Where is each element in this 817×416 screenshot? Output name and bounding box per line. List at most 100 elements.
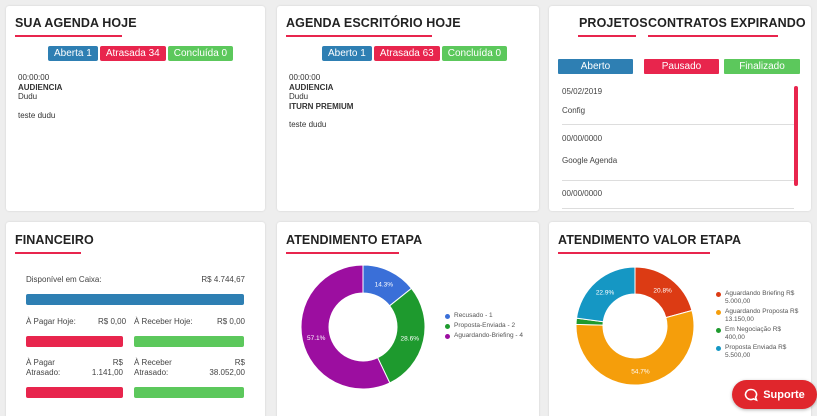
tab-projects[interactable]: PROJETOS	[579, 16, 648, 30]
card-title: FINANCEIRO	[15, 233, 94, 247]
receive-late-label-line1: À Receber	[134, 358, 172, 367]
entry-time: 00:00:00	[289, 73, 321, 82]
legend-label: Aguardando-Briefing - 4	[454, 332, 524, 339]
receive-late-currency: R$	[234, 358, 245, 367]
legend-swatch	[716, 345, 721, 351]
receive-late-label-line2: Atrasado:	[134, 368, 169, 377]
item-date: 05/02/2019	[562, 87, 603, 96]
tab-projects-underline	[578, 35, 636, 37]
filter-open-button[interactable]: Aberto	[558, 59, 633, 74]
value-stage-legend: Aguardando Briefing R$ 5.000,00 Aguardand…	[716, 290, 801, 362]
receive-today-bar	[134, 336, 244, 347]
pay-late-bar	[26, 387, 123, 398]
legend-swatch	[716, 291, 721, 297]
tab-contracts-expiring[interactable]: CONTRATOS EXPIRANDO	[648, 16, 806, 30]
entry-type: AUDIENCIA	[289, 82, 334, 92]
receive-today-value: R$ 0,00	[216, 317, 245, 326]
available-label: Disponível em Caixa:	[26, 275, 102, 284]
slice-label: 28.6%	[401, 335, 420, 342]
slice-label: 22.9%	[596, 289, 615, 296]
support-label: Suporte	[763, 388, 805, 401]
receive-late-label: À Receber Atrasado:	[134, 358, 172, 378]
title-underline	[15, 35, 122, 37]
title-underline	[286, 252, 399, 254]
legend-item[interactable]: Aguardando-Briefing - 4	[445, 332, 535, 340]
card-title: ATENDIMENTO ETAPA	[286, 233, 423, 247]
legend-swatch	[445, 313, 450, 319]
entry-client: ITURN PREMIUM	[289, 101, 354, 111]
receive-late-bar	[134, 387, 244, 398]
badge-done[interactable]: Concluída 0	[167, 46, 234, 61]
legend-item[interactable]: Aguardando Briefing R$ 5.000,00	[716, 290, 801, 306]
list-item[interactable]: 05/02/2019 Config	[562, 87, 794, 125]
receive-late-amount: 38.052,00	[209, 368, 245, 377]
legend-item[interactable]: Proposta-Enviada - 2	[445, 322, 535, 330]
card-my-agenda: SUA AGENDA HOJE Aberta 1 Atrasada 34 Con…	[6, 6, 265, 211]
legend-item[interactable]: Aguardando Proposta R$ 13.150,00	[716, 308, 801, 324]
tab-contracts-underline	[648, 35, 778, 37]
legend-label: Em Negociação R$ 400,00	[725, 326, 781, 341]
title-underline	[286, 35, 432, 37]
pay-late-label-line2: Atrasado:	[26, 368, 61, 377]
stage-donut-chart: 14.3% 28.6% 57.1%	[300, 264, 426, 390]
list-item[interactable]: 00/00/0000 Google Agenda	[562, 134, 794, 181]
pay-late-currency: R$	[112, 358, 123, 367]
slice-label: 14.3%	[375, 281, 394, 288]
status-badges: Aberto 1 Atrasada 63 Concluída 0	[322, 46, 508, 61]
card-title: AGENDA ESCRITÓRIO HOJE	[286, 16, 461, 30]
legend-swatch	[716, 309, 721, 315]
title-underline	[558, 252, 710, 254]
item-name: Google Agenda	[562, 156, 618, 165]
card-title: SUA AGENDA HOJE	[15, 16, 137, 30]
item-date: 00/00/0000	[562, 134, 603, 143]
agenda-entry[interactable]: 00:00:00 AUDIENCIA Dudu ITURN PREMIUM te…	[289, 73, 353, 130]
slice-label: 57.1%	[307, 335, 326, 342]
entry-note: teste dudu	[289, 120, 327, 129]
pay-late-label: À Pagar Atrasado:	[26, 358, 60, 378]
item-date: 00/00/0000	[562, 189, 603, 198]
card-attendance-stage: ATENDIMENTO ETAPA 14.3% 28.6% 57.1% Recusa…	[277, 222, 539, 416]
available-value: R$ 4.744,67	[201, 275, 245, 284]
card-finance: FINANCEIRO Disponível em Caixa: R$ 4.744…	[6, 222, 265, 416]
support-button[interactable]: Suporte	[732, 380, 817, 409]
card-projects: PROJETOS CONTRATOS EXPIRANDO Aberto Paus…	[549, 6, 811, 211]
legend-swatch	[445, 333, 450, 339]
legend-item[interactable]: Em Negociação R$ 400,00	[716, 326, 801, 342]
legend-label: Recusado - 1	[454, 312, 493, 319]
legend-label: Proposta-Enviada - 2	[454, 322, 516, 329]
legend-swatch	[445, 323, 450, 329]
badge-open[interactable]: Aberto 1	[322, 46, 372, 61]
slice-label: 54.7%	[631, 369, 650, 376]
scrollbar-thumb[interactable]	[794, 86, 798, 186]
pay-today-label: À Pagar Hoje:	[26, 317, 76, 326]
pay-today-bar	[26, 336, 123, 347]
receive-today-label: À Receber Hoje:	[134, 317, 193, 326]
pay-today-value: R$ 0,00	[98, 317, 127, 326]
pay-late-value: R$ 1.141,00	[88, 358, 123, 378]
legend-item[interactable]: Recusado - 1	[445, 312, 535, 320]
value-stage-donut-chart: 20.8% 54.7% 22.9%	[575, 266, 695, 386]
legend-swatch	[716, 327, 721, 333]
chat-bubble-icon	[744, 388, 759, 401]
legend-label: Proposta Enviada R$ 5.500,00	[725, 344, 787, 359]
entry-time: 00:00:00	[18, 73, 50, 82]
badge-done[interactable]: Concluída 0	[441, 46, 508, 61]
pay-late-amount: 1.141,00	[91, 368, 123, 377]
slice-label: 20.8%	[653, 287, 672, 294]
item-name: Config	[562, 106, 586, 115]
entry-type: AUDIENCIA	[18, 82, 63, 92]
entry-note: teste dudu	[18, 110, 56, 120]
filter-paused-button[interactable]: Pausado	[644, 59, 719, 74]
receive-late-value: R$ 38.052,00	[209, 358, 245, 378]
agenda-entry[interactable]: 00:00:00 AUDIENCIA Dudu teste dudu	[18, 73, 62, 120]
filter-finished-button[interactable]: Finalizado	[724, 59, 800, 74]
card-title: ATENDIMENTO VALOR ETAPA	[558, 233, 742, 247]
badge-late[interactable]: Atrasada 63	[373, 46, 440, 61]
badge-open[interactable]: Aberta 1	[48, 46, 98, 61]
legend-item[interactable]: Proposta Enviada R$ 5.500,00	[716, 344, 801, 360]
stage-legend: Recusado - 1 Proposta-Enviada - 2 Aguardan…	[445, 312, 535, 342]
entry-person: Dudu	[18, 92, 38, 101]
project-list: 05/02/2019 Config 00/00/0000 Google Agen…	[562, 86, 794, 209]
badge-late[interactable]: Atrasada 34	[99, 46, 166, 61]
list-item[interactable]: 00/00/0000	[562, 189, 794, 209]
